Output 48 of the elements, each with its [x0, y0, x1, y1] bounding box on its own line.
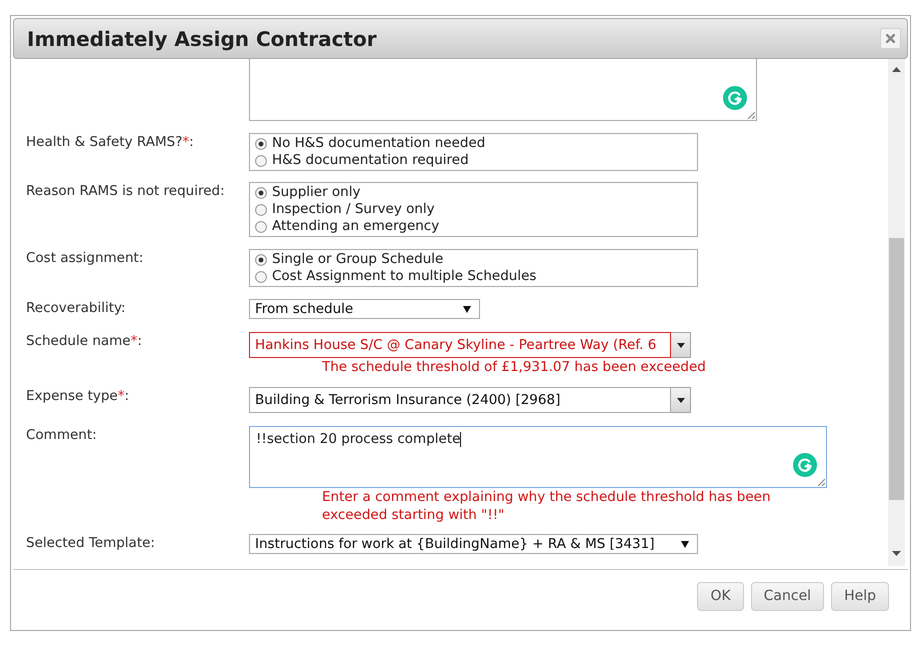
field-label: Cost assignment: [26, 249, 144, 268]
radio-button[interactable] [255, 138, 267, 150]
caret-down-icon [676, 342, 684, 348]
radio-option-label[interactable]: Single or Group Schedule [272, 251, 444, 268]
dropdown-button[interactable] [671, 387, 691, 413]
radio-option-label[interactable]: Attending an emergency [272, 218, 440, 235]
field-label: Selected Template: [26, 534, 156, 553]
field-label: Schedule name*: [26, 332, 143, 351]
dialog-button[interactable]: Cancel [750, 582, 824, 611]
select-field[interactable]: Instructions for work at {BuildingName} + RA & MS [3431] [249, 534, 698, 554]
dialog-button[interactable]: OK [697, 582, 744, 611]
radio-option-label[interactable]: Inspection / Survey only [272, 201, 435, 218]
radio-button[interactable] [255, 154, 267, 166]
dialog-title: Immediately Assign Contractor [27, 28, 377, 48]
close-button[interactable] [880, 28, 901, 49]
scroll-up-icon[interactable] [892, 67, 901, 72]
text-area[interactable] [249, 59, 757, 121]
combo-input[interactable]: Building & Terrorism Insurance (2400) [2968] [249, 387, 671, 413]
field-label: Expense type*: [26, 387, 130, 406]
field-label: Reason RAMS is not required: [26, 182, 226, 201]
field-label: Comment: [26, 426, 98, 445]
select-field[interactable]: From schedule [249, 299, 480, 319]
close-icon [886, 34, 895, 43]
caret-down-icon [463, 306, 471, 312]
caret-down-icon [681, 540, 689, 548]
radio-option-label[interactable]: H&S documentation required [272, 152, 469, 169]
radio-option-label[interactable]: Cost Assignment to multiple Schedules [272, 268, 536, 285]
text-area[interactable]: !!section 20 process complete [249, 426, 827, 488]
caret-down-icon [676, 398, 684, 402]
combo-input[interactable]: Hankins House S/C @ Canary Skyline - Peartree Way (Ref. 6 [249, 332, 671, 358]
scrollbar-thumb[interactable] [889, 238, 904, 500]
error-message: The schedule threshold of £1,931.07 has been exceeded [322, 358, 707, 376]
resize-grip-icon[interactable] [817, 478, 825, 486]
radio-button[interactable] [255, 254, 267, 266]
error-message: Enter a comment explaining why the schedule threshold has been exceeded starting with "!!" [322, 488, 772, 524]
radio-option-label[interactable]: Supplier only [272, 184, 360, 201]
field-label: Health & Safety RAMS?*: [26, 133, 195, 152]
radio-button[interactable] [255, 270, 267, 282]
dropdown-button[interactable] [671, 332, 691, 358]
field-label: Recoverability: [26, 299, 127, 318]
radio-button[interactable] [255, 220, 267, 232]
radio-button[interactable] [255, 186, 267, 198]
resize-grip-icon[interactable] [747, 111, 755, 119]
scroll-down-icon[interactable] [892, 551, 901, 556]
dialog-button[interactable]: Help [831, 582, 889, 611]
radio-button[interactable] [255, 204, 267, 216]
radio-option-label[interactable]: No H&S documentation needed [272, 135, 486, 152]
text-cursor-icon [460, 432, 462, 446]
